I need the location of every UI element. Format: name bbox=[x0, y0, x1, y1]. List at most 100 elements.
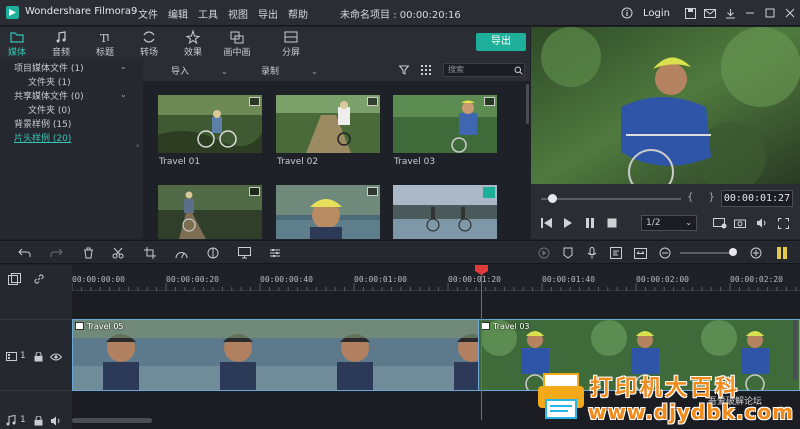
chevron-down-icon[interactable]: ⌄ bbox=[120, 62, 127, 71]
tree-shared-folder[interactable]: 文件夹 (0) bbox=[28, 103, 71, 116]
tree-shared-media[interactable]: 共享媒体文件 (0) bbox=[14, 89, 84, 102]
tab-effects[interactable]: 效果 bbox=[170, 27, 216, 59]
save-icon[interactable] bbox=[680, 3, 700, 23]
tab-transitions[interactable]: 转场 bbox=[126, 27, 172, 59]
media-thumbnail[interactable] bbox=[393, 185, 497, 239]
playback-scrubber[interactable] bbox=[548, 194, 557, 203]
tab-split-screen[interactable]: 分屏 bbox=[268, 27, 314, 59]
search-icon[interactable] bbox=[514, 66, 523, 75]
timeline-scrollbar[interactable] bbox=[72, 418, 152, 423]
download-icon[interactable] bbox=[720, 3, 740, 23]
playhead-line[interactable] bbox=[481, 270, 482, 420]
playback-quality-select[interactable]: 1/2 ⌄ bbox=[641, 215, 697, 231]
lock-icon[interactable] bbox=[34, 352, 43, 362]
mail-icon[interactable] bbox=[700, 3, 720, 23]
pause-playback-icon[interactable] bbox=[774, 245, 790, 261]
module-tabs: 媒体 音频 T 标题 转场 效果 画中画 分屏 bbox=[0, 27, 530, 59]
cut-icon[interactable] bbox=[110, 245, 126, 261]
redo-icon[interactable] bbox=[48, 245, 64, 261]
collapse-panel-icon[interactable]: ‹ bbox=[136, 141, 139, 150]
playback-progress-track[interactable] bbox=[541, 198, 681, 200]
zoom-in-icon[interactable] bbox=[748, 245, 764, 261]
site-watermark: 打印机大百科 吾爱破解论坛 www.djydbk.com bbox=[528, 366, 800, 429]
eye-icon[interactable] bbox=[50, 353, 62, 361]
chevron-down-icon[interactable]: ⌄ bbox=[120, 90, 127, 99]
maximize-icon[interactable] bbox=[760, 3, 780, 23]
undo-icon[interactable] bbox=[16, 245, 32, 261]
menu-export[interactable]: 导出 bbox=[258, 6, 288, 21]
render-preview-icon[interactable] bbox=[713, 218, 727, 229]
voiceover-icon[interactable] bbox=[608, 245, 624, 261]
speaker-icon[interactable] bbox=[50, 416, 62, 426]
video-badge-icon bbox=[484, 97, 495, 106]
search-input[interactable]: 搜索 bbox=[443, 63, 525, 77]
download-badge-icon[interactable] bbox=[483, 187, 495, 198]
timeline-ruler[interactable]: 00:00:00:00 00:00:00:20 00:00:00:40 00:0… bbox=[72, 265, 800, 291]
fit-timeline-icon[interactable] bbox=[632, 245, 648, 261]
menu-tools[interactable]: 工具 bbox=[198, 6, 228, 21]
clip-title: Travel 05 bbox=[87, 322, 124, 331]
media-thumbnail[interactable] bbox=[276, 185, 380, 239]
previous-frame-icon[interactable] bbox=[541, 218, 553, 228]
empty-track-area[interactable] bbox=[72, 291, 800, 319]
menu-file[interactable]: 文件 bbox=[138, 6, 168, 21]
media-thumbnail[interactable] bbox=[158, 185, 262, 239]
minimize-icon[interactable] bbox=[740, 3, 760, 23]
tab-titles[interactable]: T 标题 bbox=[82, 27, 128, 59]
delete-icon[interactable] bbox=[80, 245, 96, 261]
folder-icon bbox=[10, 32, 24, 43]
media-thumbnail[interactable] bbox=[393, 95, 497, 153]
microphone-icon[interactable] bbox=[584, 245, 600, 261]
import-dropdown[interactable]: 导入 ⌄ bbox=[171, 64, 228, 77]
media-thumbnail[interactable] bbox=[276, 95, 380, 153]
quality-value: 1/2 bbox=[646, 218, 661, 228]
zoom-slider-track[interactable] bbox=[680, 252, 736, 254]
media-scrollbar[interactable] bbox=[526, 84, 529, 124]
tab-pip[interactable]: 画中画 bbox=[214, 27, 260, 59]
marker-icon[interactable] bbox=[560, 245, 576, 261]
play-icon[interactable] bbox=[563, 218, 573, 228]
tab-audio[interactable]: 音频 bbox=[38, 27, 84, 59]
music-note-icon bbox=[6, 415, 16, 426]
filter-icon[interactable] bbox=[399, 65, 409, 75]
pause-icon[interactable] bbox=[585, 218, 595, 228]
timeline-header bbox=[0, 265, 72, 291]
ruler-tick-label: 00:00:02:00 bbox=[636, 275, 689, 284]
export-button[interactable]: 导出 bbox=[476, 33, 526, 51]
link-icon[interactable] bbox=[33, 273, 45, 285]
record-dropdown[interactable]: 录制 ⌄ bbox=[261, 64, 318, 77]
tree-project-folder[interactable]: 文件夹 (1) bbox=[28, 75, 71, 88]
mark-in-out-icon[interactable]: { } bbox=[687, 192, 721, 203]
video-clip-icon bbox=[75, 322, 84, 330]
info-icon[interactable] bbox=[617, 3, 637, 23]
chevron-down-icon: ⌄ bbox=[221, 67, 228, 76]
close-icon[interactable] bbox=[780, 3, 800, 23]
menu-help[interactable]: 帮助 bbox=[288, 6, 318, 21]
video-track-number: 1 bbox=[20, 351, 26, 361]
render-icon[interactable] bbox=[536, 245, 552, 261]
zoom-out-icon[interactable] bbox=[657, 245, 673, 261]
green-screen-icon[interactable] bbox=[236, 245, 252, 261]
volume-icon[interactable] bbox=[756, 218, 768, 228]
color-icon[interactable] bbox=[205, 245, 221, 261]
tab-media[interactable]: 媒体 bbox=[0, 27, 40, 59]
lock-icon[interactable] bbox=[34, 416, 43, 426]
media-thumbnail[interactable] bbox=[158, 95, 262, 153]
timeline-clip[interactable]: Travel 05 bbox=[72, 319, 481, 391]
snapshot-icon[interactable] bbox=[734, 218, 746, 228]
stop-icon[interactable] bbox=[607, 218, 617, 228]
grid-view-icon[interactable] bbox=[421, 65, 431, 75]
add-track-icon[interactable] bbox=[8, 273, 21, 285]
login-link[interactable]: Login bbox=[643, 8, 670, 19]
tree-project-media[interactable]: 项目媒体文件 (1) bbox=[14, 61, 84, 74]
tree-intro-samples[interactable]: 片头样例 (20) bbox=[14, 131, 71, 144]
fullscreen-icon[interactable] bbox=[778, 218, 789, 229]
tree-background-samples[interactable]: 背景样例 (15) bbox=[14, 117, 71, 130]
clip-title: Travel 03 bbox=[493, 322, 530, 331]
menu-edit[interactable]: 编辑 bbox=[168, 6, 198, 21]
zoom-slider-handle[interactable] bbox=[729, 248, 737, 256]
menu-view[interactable]: 视图 bbox=[228, 6, 258, 21]
speed-icon[interactable] bbox=[173, 245, 189, 261]
crop-icon[interactable] bbox=[142, 245, 158, 261]
audio-mixer-icon[interactable] bbox=[267, 245, 283, 261]
